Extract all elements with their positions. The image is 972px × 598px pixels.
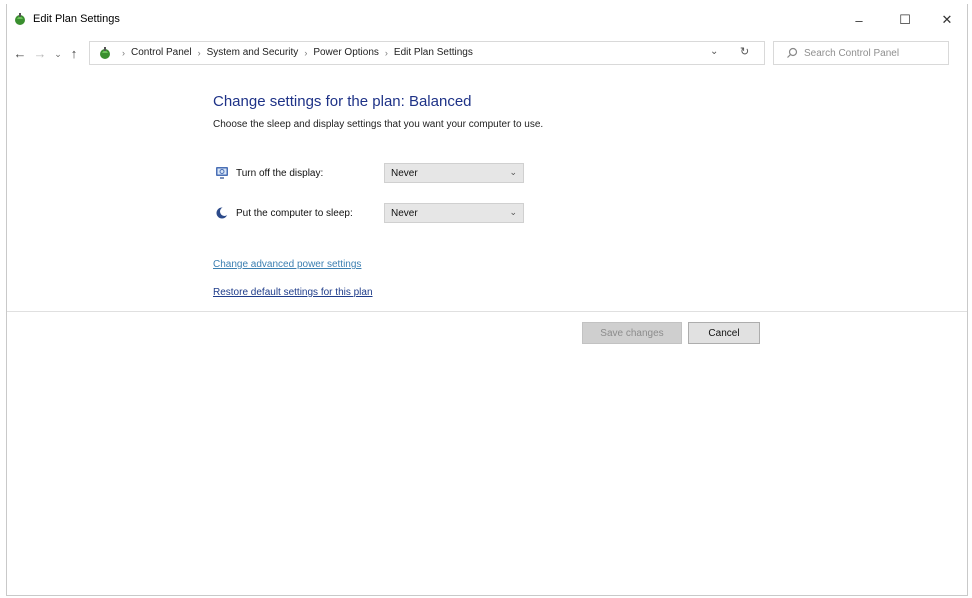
back-arrow-icon[interactable]: ← [13, 46, 27, 61]
close-icon: ✕ [941, 12, 953, 27]
breadcrumb-separator-icon: › [122, 47, 125, 58]
window-title: Edit Plan Settings [33, 13, 120, 25]
advanced-power-settings-link[interactable]: Change advanced power settings [213, 259, 361, 270]
breadcrumb-edit-plan-settings[interactable]: Edit Plan Settings [394, 47, 473, 58]
title-bar: Edit Plan Settings – ☐ ✕ [7, 4, 967, 34]
divider [7, 311, 967, 312]
breadcrumb-system-and-security[interactable]: System and Security [207, 47, 299, 58]
up-arrow-icon[interactable]: ↑ [67, 46, 81, 61]
sleep-value: Never [391, 208, 418, 219]
breadcrumb: › Control Panel › System and Security › … [116, 47, 473, 58]
minimize-icon: – [855, 12, 863, 28]
turn-off-display-value: Never [391, 168, 418, 179]
control-panel-icon [100, 47, 110, 59]
breadcrumb-separator-icon: › [384, 47, 388, 58]
chevron-down-icon: ⌄ [509, 207, 517, 217]
restore-defaults-link[interactable]: Restore default settings for this plan [213, 287, 373, 298]
recent-locations-chevron-icon[interactable]: ⌄ [51, 49, 65, 60]
search-box[interactable] [773, 41, 949, 65]
power-options-icon [15, 13, 25, 25]
breadcrumb-separator-icon: › [304, 47, 308, 58]
close-button[interactable]: ✕ [925, 8, 969, 32]
page-subtitle: Choose the sleep and display settings th… [213, 119, 544, 130]
address-bar[interactable]: › Control Panel › System and Security › … [89, 41, 765, 65]
edit-plan-settings-window: Edit Plan Settings – ☐ ✕ ← → ⌄ ↑ › Contr… [6, 4, 968, 596]
monitor-icon [216, 167, 228, 179]
page-title: Change settings for the plan: Balanced [213, 93, 472, 110]
search-input[interactable] [804, 46, 944, 60]
minimize-button[interactable]: – [837, 8, 881, 32]
moon-icon [216, 207, 229, 219]
cancel-button[interactable]: Cancel [688, 322, 760, 344]
breadcrumb-power-options[interactable]: Power Options [313, 47, 379, 58]
breadcrumb-separator-icon: › [197, 47, 201, 58]
chevron-down-icon: ⌄ [509, 167, 517, 177]
breadcrumb-control-panel[interactable]: Control Panel [131, 47, 192, 58]
forward-arrow-icon[interactable]: → [33, 46, 47, 61]
turn-off-display-label: Turn off the display: [236, 168, 324, 179]
search-icon [787, 47, 798, 58]
maximize-icon: ☐ [899, 12, 911, 27]
navigation-bar: ← → ⌄ ↑ › Control Panel › System and Sec… [7, 38, 967, 68]
refresh-icon[interactable]: ↻ [740, 45, 749, 58]
maximize-button[interactable]: ☐ [883, 8, 927, 32]
sleep-label: Put the computer to sleep: [236, 208, 353, 219]
sleep-select[interactable]: Never ⌄ [384, 203, 524, 223]
save-changes-button[interactable]: Save changes [582, 322, 682, 344]
turn-off-display-select[interactable]: Never ⌄ [384, 163, 524, 183]
address-dropdown-chevron-icon[interactable]: ⌄ [710, 46, 718, 57]
